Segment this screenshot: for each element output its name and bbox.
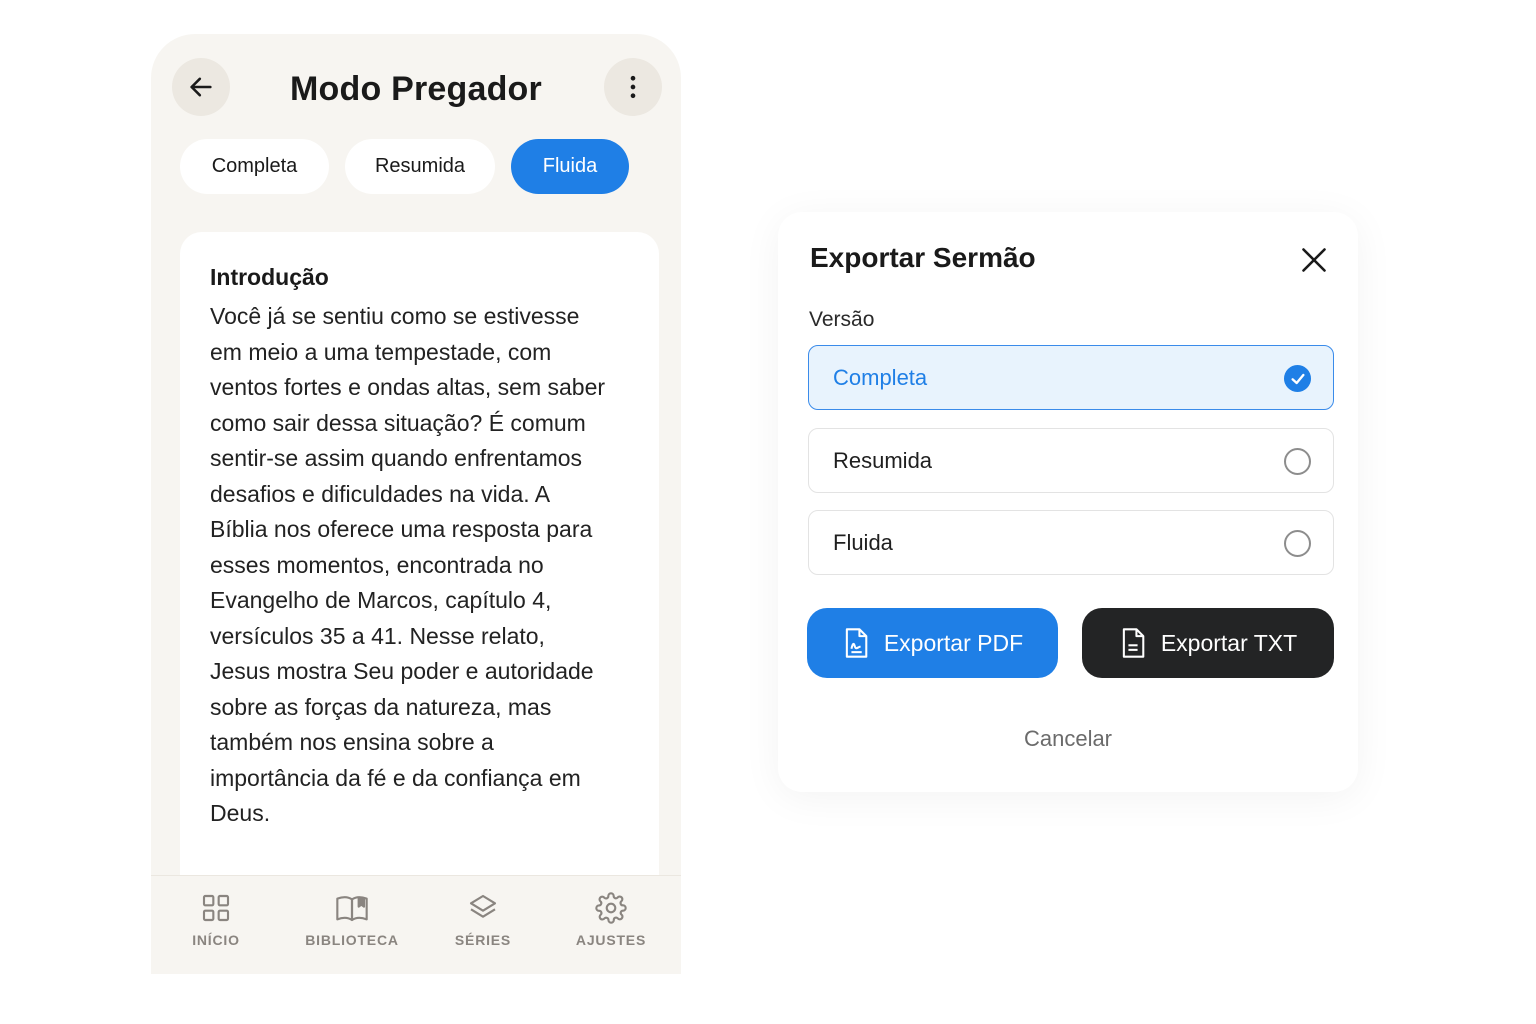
export-pdf-label: Exportar PDF [883, 629, 1024, 656]
section-heading: Introdução [210, 264, 329, 290]
option-label: Completa [833, 365, 928, 390]
nav-item-inicio[interactable]: INÍCIO [179, 892, 253, 948]
option-label: Fluida [833, 530, 893, 555]
close-button[interactable] [1296, 242, 1332, 278]
tab-fluida[interactable]: Fluida [511, 139, 629, 194]
export-pdf-button[interactable]: Exportar PDF [807, 608, 1058, 678]
bottom-navigation: INÍCIO BIBLIOTECA SÉRIES AJUSTES [151, 875, 681, 974]
dialog-title: Exportar Sermão [810, 242, 1036, 273]
nav-label: AJUSTES [575, 932, 647, 948]
nav-label: BIBLIOTECA [305, 932, 399, 948]
nav-label: SÉRIES [454, 932, 512, 948]
nav-item-biblioteca[interactable]: BIBLIOTECA [297, 892, 407, 948]
tab-completa[interactable]: Completa [180, 139, 329, 194]
check-icon [1291, 373, 1304, 384]
book-open-icon [336, 896, 368, 922]
sermon-content-card: Introdução Você já se sentiu como se est… [180, 232, 659, 912]
cancel-button[interactable]: Cancelar [778, 726, 1358, 752]
export-txt-label: Exportar TXT [1160, 629, 1298, 656]
radio-unchecked-icon [1284, 448, 1311, 475]
version-option-resumida[interactable]: Resumida [808, 428, 1334, 493]
grid-icon [202, 894, 230, 922]
section-body: Você já se sentiu como se estivesse em m… [210, 303, 606, 826]
version-option-completa[interactable]: Completa [808, 345, 1334, 410]
export-sermon-dialog: Exportar Sermão Versão Completa Resumida… [778, 212, 1358, 792]
preacher-mode-screen: Modo Pregador Completa Resumida Fluida I… [151, 34, 681, 974]
nav-item-series[interactable]: SÉRIES [445, 892, 521, 948]
tab-resumida[interactable]: Resumida [345, 139, 495, 194]
radio-checked-icon [1284, 365, 1311, 392]
pdf-file-icon [845, 628, 868, 658]
close-icon [1302, 248, 1326, 272]
version-label: Versão [809, 308, 875, 331]
page-title: Modo Pregador [290, 70, 542, 108]
text-file-icon [1122, 628, 1145, 658]
option-label: Resumida [833, 448, 933, 473]
nav-label: INÍCIO [192, 932, 240, 948]
export-txt-button[interactable]: Exportar TXT [1082, 608, 1334, 678]
version-option-fluida[interactable]: Fluida [808, 510, 1334, 575]
nav-item-ajustes[interactable]: AJUSTES [566, 892, 656, 948]
more-vertical-icon [630, 75, 636, 99]
more-options-button[interactable] [604, 58, 662, 116]
radio-unchecked-icon [1284, 530, 1311, 557]
layers-icon [469, 894, 497, 918]
gear-icon [595, 892, 627, 924]
